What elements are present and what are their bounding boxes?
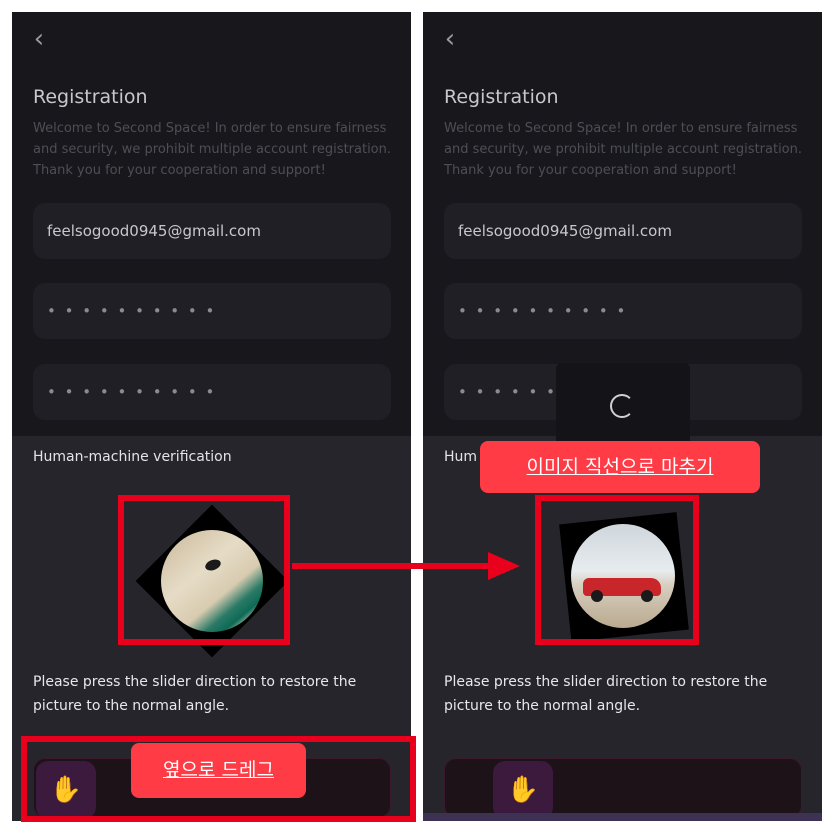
bottom-bar <box>423 813 822 821</box>
slider-hand-icon[interactable]: ✋ <box>493 761 553 819</box>
email-field[interactable]: feelsogood0945@gmail.com <box>444 203 802 259</box>
password-field[interactable]: • • • • • • • • • • <box>33 283 391 339</box>
confirm-password-field[interactable]: • • • • • • • • • • <box>33 364 391 420</box>
instruction-text: Please press the slider direction to res… <box>33 674 357 714</box>
screen-before: ‹ Registration Welcome to Second Space! … <box>12 12 411 821</box>
page-title: Registration <box>444 86 559 108</box>
annotation-align-image: 이미지 직선으로 마추기 <box>480 441 760 493</box>
slider-track[interactable]: ✋ <box>444 758 802 819</box>
screen-after: ‹ Registration Welcome to Second Space! … <box>423 12 822 821</box>
password-field[interactable]: • • • • • • • • • • <box>444 283 802 339</box>
welcome-text: Welcome to Second Space! In order to ens… <box>444 121 803 178</box>
highlight-box-captcha-right <box>535 495 699 645</box>
arrow-right-icon <box>292 552 520 580</box>
back-chevron-icon[interactable]: ‹ <box>439 24 461 54</box>
loading-overlay <box>556 363 690 449</box>
highlight-box-captcha-left <box>118 495 290 645</box>
annotation-drag-sideways: 옆으로 드레그 <box>131 743 306 798</box>
loading-spinner-icon <box>610 394 634 418</box>
instruction-text: Please press the slider direction to res… <box>444 674 768 714</box>
email-field[interactable]: feelsogood0945@gmail.com <box>33 203 391 259</box>
verification-title: Human-machine verification <box>33 449 232 465</box>
verification-title: Hum <box>444 449 478 465</box>
welcome-text: Welcome to Second Space! In order to ens… <box>33 121 392 178</box>
page-title: Registration <box>33 86 148 108</box>
back-chevron-icon[interactable]: ‹ <box>28 24 50 54</box>
